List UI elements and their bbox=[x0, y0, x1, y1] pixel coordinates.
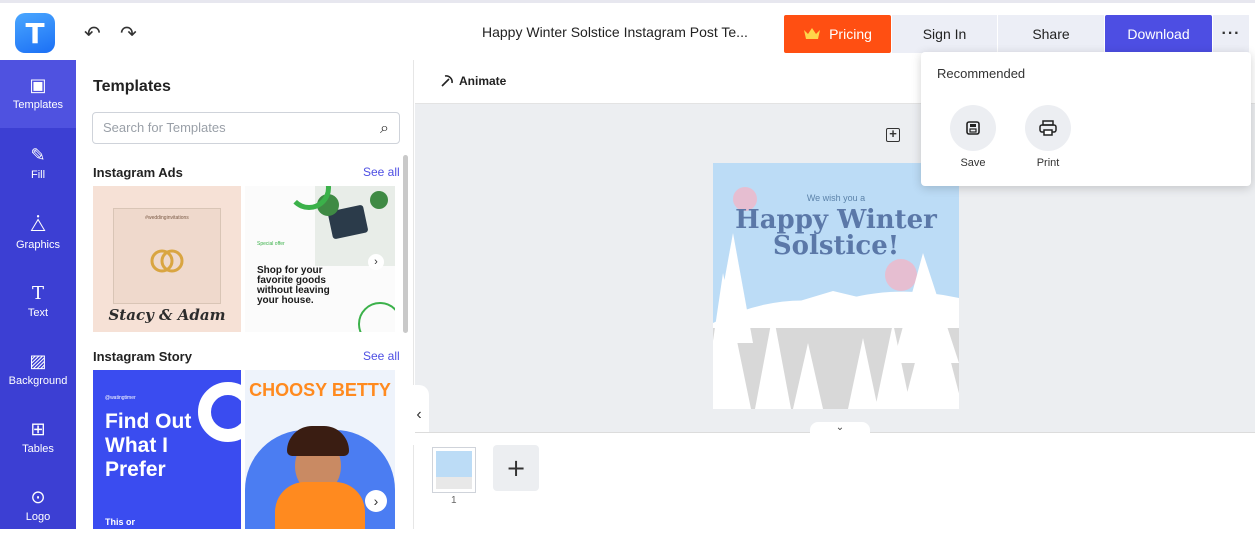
sidebar-item-background[interactable]: ▨ Background bbox=[0, 336, 76, 404]
more-options-button[interactable]: ··· bbox=[1213, 15, 1249, 53]
top-bar: T ↶ ↷ Happy Winter Solstice Instagram Po… bbox=[0, 0, 1255, 60]
animate-icon bbox=[441, 75, 453, 87]
text-icon: T bbox=[31, 283, 44, 304]
template-card-wedding[interactable]: #weddinginvitations Stacy & Adam bbox=[93, 186, 241, 332]
see-all-instagram-story[interactable]: See all bbox=[363, 349, 400, 363]
wedding-top-text: #weddinginvitations bbox=[145, 215, 189, 221]
design-subtitle: We wish you a bbox=[806, 193, 866, 203]
sidebar-item-label: Background bbox=[8, 375, 68, 387]
thumbnail-preview bbox=[436, 451, 472, 489]
app-logo[interactable]: T bbox=[15, 13, 55, 53]
template-card-find-out[interactable]: @watingtimer Find Out What I Prefer This… bbox=[93, 370, 241, 529]
print-icon bbox=[1025, 105, 1071, 151]
chevron-down-icon[interactable]: ⌄ bbox=[810, 422, 870, 434]
wedding-names: Stacy & Adam bbox=[108, 306, 226, 324]
page-thumbnail[interactable] bbox=[432, 447, 476, 493]
add-frame-icon[interactable]: + bbox=[886, 127, 900, 142]
section-title-instagram-ads: Instagram Ads bbox=[93, 165, 183, 180]
see-all-instagram-ads[interactable]: See all bbox=[363, 165, 400, 179]
template-card-shop[interactable]: Special offer Shop for your favorite goo… bbox=[245, 186, 395, 332]
redo-icon[interactable]: ↷ bbox=[120, 23, 137, 43]
save-icon bbox=[950, 105, 996, 151]
plant-shape bbox=[370, 191, 388, 209]
document-title[interactable]: Happy Winter Solstice Instagram Post Te.… bbox=[482, 24, 748, 40]
print-label: Print bbox=[1036, 157, 1060, 169]
page-number: 1 bbox=[451, 495, 457, 506]
panel-title: Templates bbox=[93, 78, 171, 95]
search-icon[interactable]: ⌕ bbox=[380, 118, 389, 138]
story-headline: Find Out What I Prefer bbox=[105, 410, 192, 481]
pricing-label: Pricing bbox=[829, 26, 872, 42]
sidebar-item-fill[interactable]: ✎ Fill bbox=[0, 130, 76, 198]
sidebar-item-label: Templates bbox=[12, 99, 64, 111]
share-button[interactable]: Share bbox=[998, 15, 1104, 53]
animate-label: Animate bbox=[459, 74, 507, 88]
shop-small-text: Special offer bbox=[257, 241, 285, 247]
dropdown-title: Recommended bbox=[937, 66, 1026, 81]
add-page-button[interactable]: + bbox=[493, 445, 539, 491]
logo-icon: ⊙ bbox=[30, 487, 46, 508]
templates-panel: Templates ⌕ Instagram Ads See all #weddi… bbox=[76, 60, 414, 529]
sidebar-item-graphics[interactable]: ⧊ Graphics bbox=[0, 200, 76, 268]
panel-scrollbar[interactable] bbox=[403, 155, 408, 333]
rings-icon bbox=[150, 249, 184, 273]
green-circle bbox=[358, 302, 395, 332]
pages-strip: 1 + bbox=[415, 432, 1255, 529]
template-card-choosy-betty[interactable]: CHOOSY BETTY › bbox=[245, 370, 395, 529]
search-input[interactable] bbox=[103, 120, 353, 135]
chevron-right-icon[interactable]: › bbox=[368, 254, 384, 270]
left-sidebar: ▣ Templates ✎ Fill ⧊ Graphics T Text ▨ B… bbox=[0, 60, 76, 529]
brush-icon: ✎ bbox=[30, 145, 46, 166]
save-label: Save bbox=[960, 157, 986, 169]
story-sub: This or bbox=[105, 517, 136, 527]
sidebar-item-tables[interactable]: ⊞ Tables bbox=[0, 404, 76, 472]
pricing-button[interactable]: Pricing bbox=[784, 15, 891, 53]
sign-in-button[interactable]: Sign In bbox=[892, 15, 997, 53]
crown-icon bbox=[804, 28, 821, 39]
sidebar-item-label: Graphics bbox=[15, 239, 61, 251]
story-handle: @watingtimer bbox=[105, 395, 136, 401]
download-dropdown: Recommended Save Print bbox=[921, 52, 1251, 186]
download-button[interactable]: Download bbox=[1105, 15, 1212, 53]
shop-text: Shop for your favorite goods without lea… bbox=[257, 265, 330, 306]
design-canvas[interactable]: We wish you a Happy Winter Solstice! bbox=[713, 163, 959, 409]
sidebar-item-label: Tables bbox=[22, 443, 54, 455]
sidebar-item-label: Fill bbox=[30, 169, 46, 181]
templates-icon: ▣ bbox=[29, 75, 47, 96]
search-box: ⌕ bbox=[92, 112, 400, 144]
table-icon: ⊞ bbox=[30, 419, 46, 440]
design-title: Happy Winter Solstice! bbox=[735, 205, 937, 261]
section-title-instagram-story: Instagram Story bbox=[93, 349, 192, 364]
sidebar-item-label: Text bbox=[27, 307, 49, 319]
save-option[interactable]: Save bbox=[943, 105, 1003, 169]
chevron-right-icon[interactable]: › bbox=[365, 490, 387, 512]
sweater-shape bbox=[275, 482, 365, 529]
sidebar-item-logo[interactable]: ⊙ Logo bbox=[0, 472, 76, 540]
undo-icon[interactable]: ↶ bbox=[84, 23, 101, 43]
choosy-title: CHOOSY BETTY bbox=[249, 380, 391, 400]
sidebar-item-label: Logo bbox=[25, 511, 51, 523]
sidebar-item-text[interactable]: T Text bbox=[0, 268, 76, 336]
background-icon: ▨ bbox=[29, 351, 47, 372]
animate-button[interactable]: Animate bbox=[440, 74, 506, 88]
shapes-icon: ⧊ bbox=[29, 215, 47, 236]
print-option[interactable]: Print bbox=[1018, 105, 1078, 169]
thumbnail-ground bbox=[436, 477, 472, 489]
sidebar-item-templates[interactable]: ▣ Templates bbox=[0, 60, 76, 128]
